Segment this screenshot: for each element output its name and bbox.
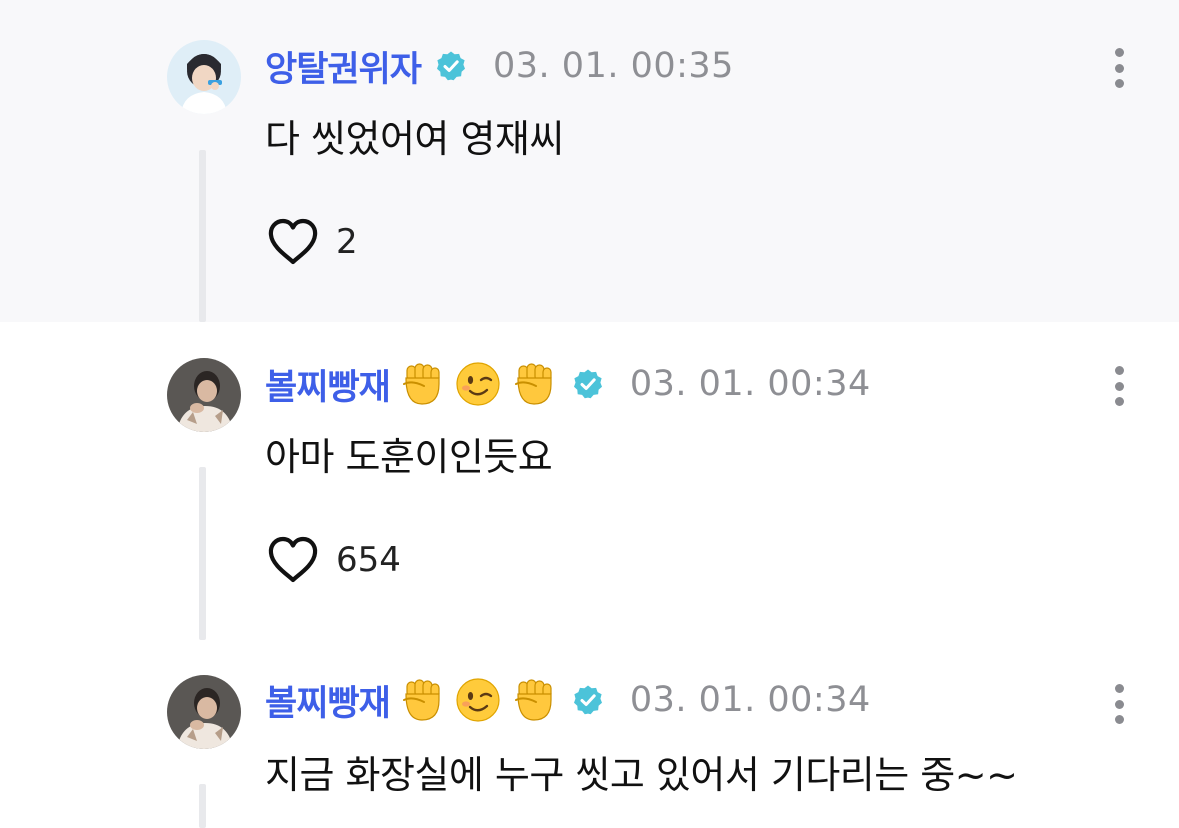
like-button[interactable]: 654 [266,534,401,586]
more-vertical-icon[interactable] [1104,44,1134,92]
comment-feed: 앙탈권위자 03. 01. 00:35 다 씻었어여 영재씨 2 볼찌빵재 03… [0,0,1179,828]
comment-header: 볼찌빵재 03. 01. 00:34 [265,354,871,414]
verified-badge-icon [572,684,604,716]
comment-item: 볼찌빵재 [0,322,1179,640]
like-count: 654 [336,540,401,580]
thread-line [199,784,206,828]
comment-item: 앙탈권위자 03. 01. 00:35 다 씻었어여 영재씨 2 [0,0,1179,322]
raised-fist-emoji [510,676,558,724]
more-vertical-icon[interactable] [1104,680,1134,728]
raised-fist-emoji [398,360,446,408]
comment-header: 볼찌빵재 03. 01. 00:34 [265,670,871,730]
heart-icon[interactable] [266,535,320,585]
raised-fist-emoji [398,676,446,724]
heart-icon[interactable] [266,217,320,267]
timestamp: 03. 01. 00:34 [629,680,871,720]
username[interactable]: 볼찌빵재 [265,359,391,410]
thread-line [199,150,206,322]
comment-item: 볼찌빵재 [0,640,1179,828]
verified-badge-icon [572,368,604,400]
winking-face-emoji [454,360,502,408]
timestamp: 03. 01. 00:35 [493,46,734,86]
avatar[interactable] [167,358,241,432]
avatar[interactable] [167,40,241,114]
comment-text: 아마 도훈이인듯요 [265,435,553,479]
winking-face-emoji [454,676,502,724]
comment-text: 지금 화장실에 누구 씻고 있어서 기다리는 중~~ [265,753,1018,797]
username[interactable]: 볼찌빵재 [265,675,391,726]
like-count: 2 [336,222,358,262]
like-button[interactable]: 2 [266,216,358,268]
verified-badge-icon [435,50,467,82]
timestamp: 03. 01. 00:34 [629,364,871,404]
comment-header: 앙탈권위자 03. 01. 00:35 [265,36,734,96]
more-vertical-icon[interactable] [1104,362,1134,410]
comment-text: 다 씻었어여 영재씨 [265,117,564,161]
avatar[interactable] [167,675,241,749]
username[interactable]: 앙탈권위자 [265,41,422,92]
raised-fist-emoji [510,360,558,408]
thread-line [199,467,206,640]
